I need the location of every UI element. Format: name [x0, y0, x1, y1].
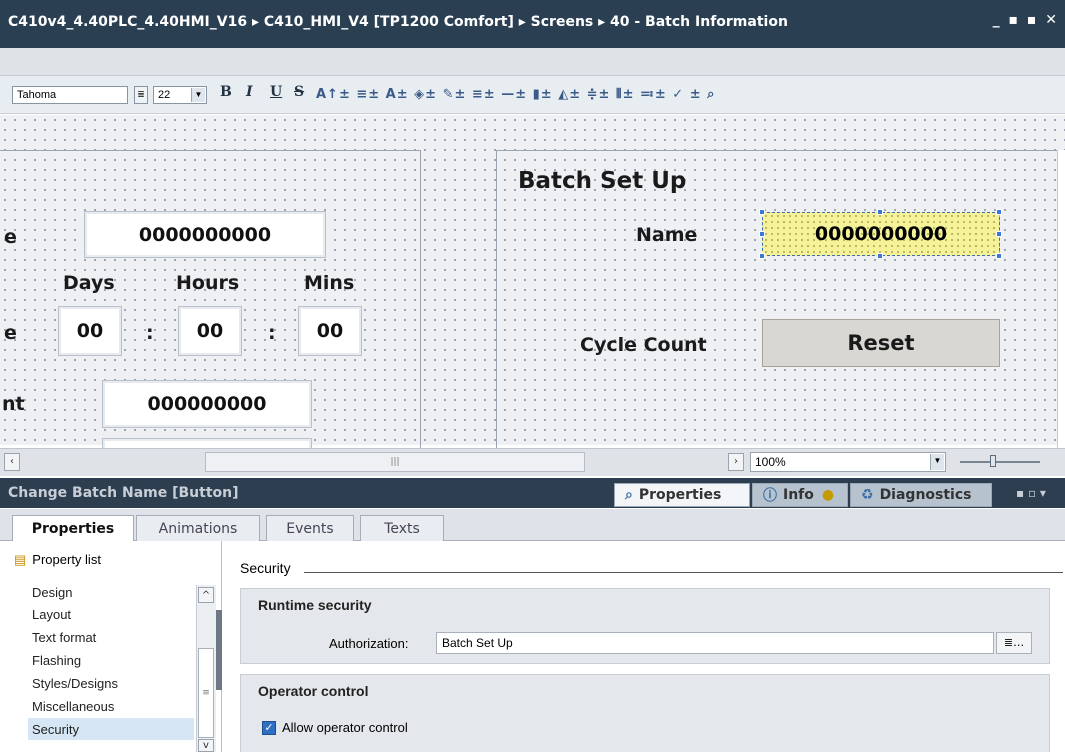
- chevron-down-icon[interactable]: ▼: [191, 88, 205, 102]
- nav-security[interactable]: Security: [32, 722, 79, 737]
- hours-field[interactable]: 00: [178, 306, 242, 356]
- right-panel-border: [496, 150, 1059, 151]
- resize-handle[interactable]: [759, 209, 765, 215]
- window-controls[interactable]: _ ▪ ▪ ✕: [993, 12, 1059, 28]
- operator-control-title: Operator control: [258, 683, 369, 699]
- nav-scroll-thumb[interactable]: ≡: [198, 648, 214, 738]
- format-tools-icons[interactable]: A↑± ≡± A± ◈± ✎± ≡± —± ▮± ◭± ≑± ⦀± ≕± ✓ ±…: [316, 87, 715, 109]
- font-size-field[interactable]: 22 ▼: [153, 86, 207, 104]
- nav-miscellaneous[interactable]: Miscellaneous: [32, 699, 114, 714]
- nav-text-format[interactable]: Text format: [32, 630, 96, 645]
- nav-design[interactable]: Design: [32, 585, 72, 600]
- scroll-left-icon[interactable]: ‹: [4, 453, 20, 471]
- subtab-texts[interactable]: Texts: [360, 515, 444, 541]
- security-section-title: Security: [240, 560, 291, 576]
- tab-diagnostics[interactable]: ♻ Diagnostics: [850, 483, 992, 507]
- list-icon: ▤: [14, 552, 27, 567]
- font-name-field[interactable]: Tahoma: [12, 86, 128, 104]
- subtab-animations[interactable]: Animations: [136, 515, 260, 541]
- time-separator: :: [146, 322, 154, 344]
- authorization-browse-button[interactable]: ≣…: [996, 632, 1032, 654]
- resize-handle[interactable]: [877, 209, 883, 215]
- scroll-down-icon[interactable]: v: [198, 739, 214, 752]
- days-field[interactable]: 00: [58, 306, 122, 356]
- resize-handle[interactable]: [759, 253, 765, 259]
- subtab-events[interactable]: Events: [266, 515, 354, 541]
- nav-layout[interactable]: Layout: [32, 607, 71, 622]
- runtime-security-title: Runtime security: [258, 597, 372, 613]
- cut-label: nt: [2, 393, 25, 415]
- nav-styles-designs[interactable]: Styles/Designs: [32, 676, 118, 691]
- name-label: Name: [636, 224, 698, 246]
- mins-field[interactable]: 00: [298, 306, 362, 356]
- diagnostics-icon: ♻: [861, 487, 874, 503]
- left-panel-border: [0, 150, 420, 151]
- cut-label: e: [4, 322, 17, 344]
- authorization-field[interactable]: Batch Set Up: [436, 632, 994, 654]
- change-batch-name-button[interactable]: 0000000000: [762, 212, 1000, 256]
- zoom-slider-thumb[interactable]: [990, 455, 996, 467]
- zoom-slider[interactable]: [960, 461, 1040, 463]
- info-icon: ⓘ: [763, 488, 777, 504]
- cycle-count-label: Cycle Count: [580, 334, 707, 356]
- underline-button[interactable]: U: [270, 84, 282, 106]
- authorization-label: Authorization:: [329, 636, 409, 651]
- reset-button[interactable]: Reset: [762, 319, 1000, 367]
- tab-info[interactable]: ⓘ Info ●: [752, 483, 848, 507]
- italic-button[interactable]: I: [246, 84, 253, 106]
- font-list-icon[interactable]: ≣: [134, 86, 148, 104]
- chevron-down-icon[interactable]: ▼: [930, 454, 944, 470]
- mins-label: Mins: [304, 272, 355, 294]
- scroll-thumb[interactable]: |||: [205, 452, 585, 472]
- resize-handle[interactable]: [996, 253, 1002, 259]
- scroll-right-icon[interactable]: ›: [728, 453, 744, 471]
- hours-label: Hours: [176, 272, 240, 294]
- right-panel-border-left: [496, 150, 497, 448]
- inspector-title: Change Batch Name [Button]: [8, 485, 239, 501]
- cut-label: e: [4, 226, 17, 248]
- bold-button[interactable]: B: [220, 84, 232, 106]
- warning-icon: ●: [821, 487, 835, 503]
- section-rule: [304, 572, 1063, 573]
- time-separator: :: [268, 322, 276, 344]
- left-panel-divider: [420, 150, 421, 448]
- toolbar-gap: [0, 48, 1065, 76]
- title-bar: C410v4_4.40PLC_4.40HMI_V16 ▸ C410_HMI_V4…: [0, 0, 1065, 48]
- zoom-select[interactable]: 100% ▼: [750, 452, 946, 472]
- resize-handle[interactable]: [996, 209, 1002, 215]
- nav-flashing[interactable]: Flashing: [32, 653, 81, 668]
- batch-setup-heading: Batch Set Up: [518, 168, 687, 194]
- breadcrumb: C410v4_4.40PLC_4.40HMI_V16 ▸ C410_HMI_V4…: [8, 14, 788, 30]
- resize-handle[interactable]: [759, 231, 765, 237]
- panel-controls-icon[interactable]: ▪ ▫ ▾: [1016, 486, 1046, 500]
- allow-operator-label: Allow operator control: [282, 720, 408, 735]
- allow-operator-checkbox[interactable]: ✓: [262, 721, 276, 735]
- days-label: Days: [63, 272, 115, 294]
- strike-button[interactable]: S: [294, 84, 304, 106]
- magnifier-icon: ⌕: [625, 487, 633, 503]
- scroll-up-icon[interactable]: ^: [198, 587, 214, 603]
- tab-properties[interactable]: ⌕ Properties: [614, 483, 750, 507]
- batch-name-display[interactable]: 0000000000: [84, 211, 326, 258]
- count-field[interactable]: 000000000: [102, 380, 312, 428]
- subtab-properties[interactable]: Properties: [12, 515, 134, 541]
- property-list-button[interactable]: ▤ Property list: [14, 552, 101, 568]
- resize-handle[interactable]: [996, 231, 1002, 237]
- canvas-right-edge: [1057, 150, 1065, 448]
- resize-handle[interactable]: [877, 253, 883, 259]
